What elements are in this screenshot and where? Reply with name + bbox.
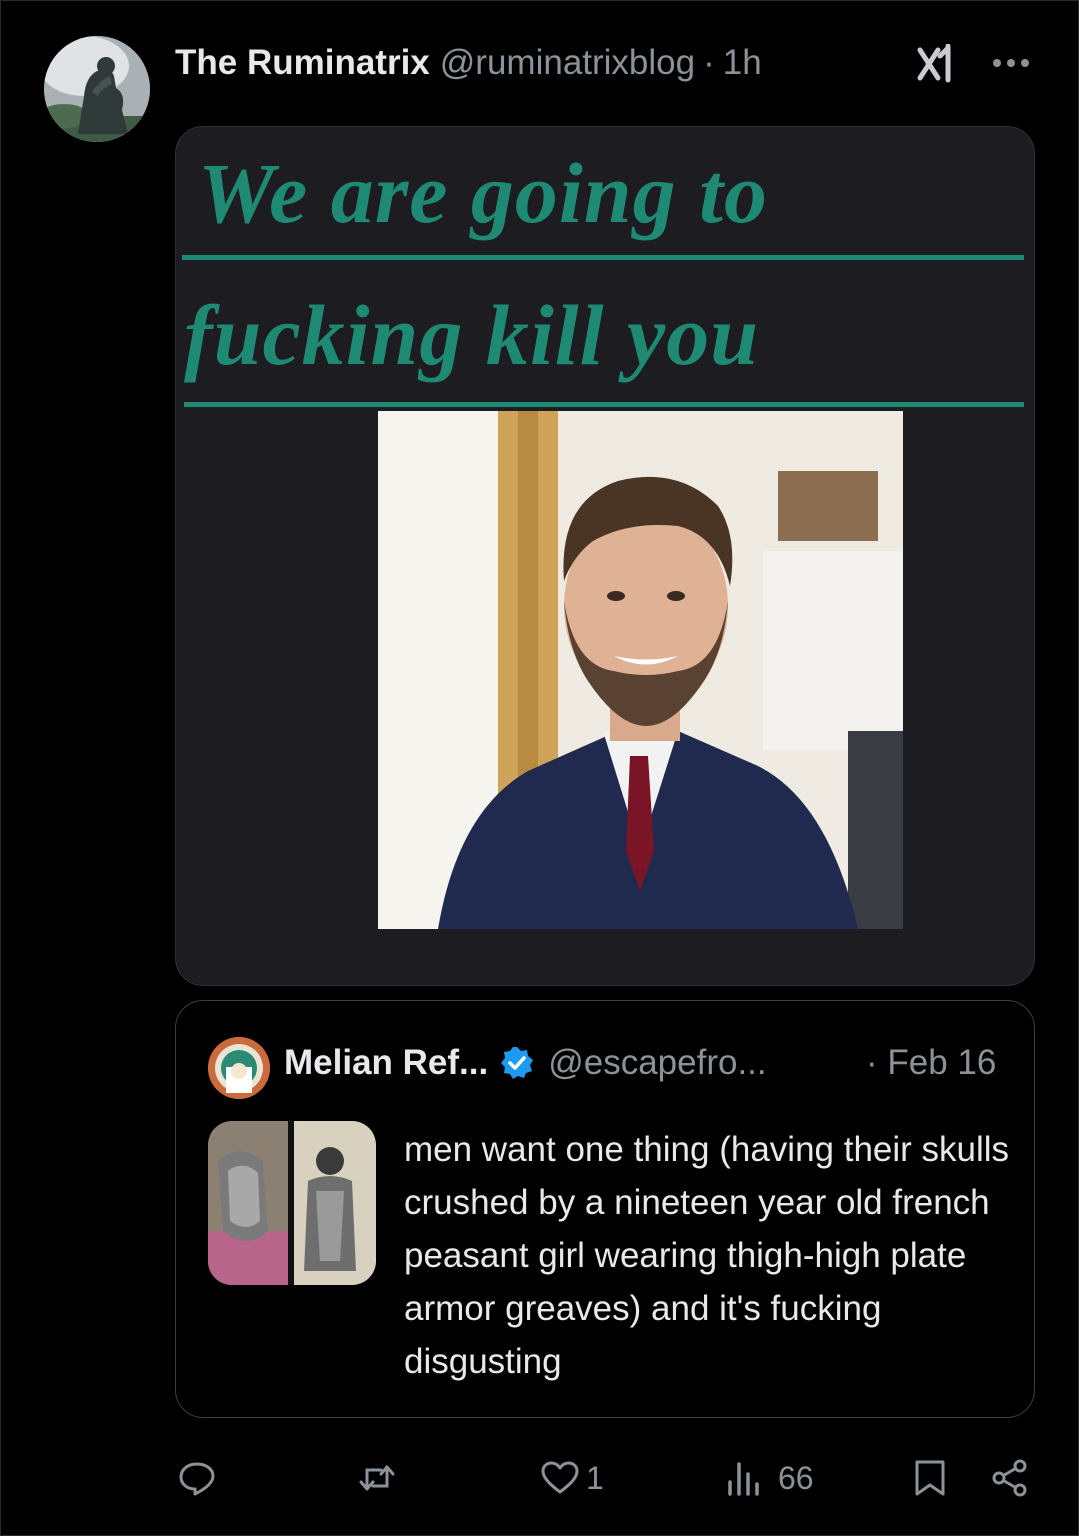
views-button[interactable]: 66: [724, 1458, 814, 1498]
repost-icon: [359, 1465, 395, 1491]
quoted-author-line: Melian Ref... @escapefro...: [284, 1041, 767, 1085]
bookmark-button[interactable]: [910, 1458, 950, 1498]
quoted-date[interactable]: · Feb 16: [866, 1041, 996, 1085]
like-button[interactable]: 1: [540, 1458, 604, 1498]
views-count: 66: [778, 1459, 814, 1496]
reply-icon: [179, 1462, 215, 1496]
bookmark-icon: [915, 1460, 945, 1496]
quoted-author-handle[interactable]: @escapefro...: [548, 1043, 766, 1083]
quoted-tweet-text: men want one thing (having their skulls …: [404, 1130, 1010, 1381]
separator-dot: ·: [703, 43, 715, 82]
meme-text-line-2: fucking kill you: [184, 287, 760, 383]
share-icon: [992, 1459, 1027, 1497]
author-line: The Ruminatrix @ruminatrixblog · 1h: [175, 40, 762, 86]
author-handle[interactable]: @ruminatrixblog: [440, 43, 695, 83]
repost-button[interactable]: [357, 1458, 397, 1498]
grok-icon[interactable]: [916, 44, 962, 84]
quoted-author-name[interactable]: Melian Ref...: [284, 1043, 488, 1083]
thinker-statue-image: [44, 36, 150, 142]
quoted-media-thumbnail[interactable]: [208, 1121, 376, 1285]
more-icon[interactable]: [990, 48, 1032, 78]
quoted-tweet[interactable]: Melian Ref... @escapefro... · Feb 16 men…: [175, 1000, 1035, 1418]
tweet-timestamp[interactable]: 1h: [723, 43, 762, 83]
meme-underline-1: [182, 255, 1024, 260]
meme-underline-2: [184, 402, 1024, 407]
like-icon: [541, 1461, 579, 1494]
portrait-photo: [378, 411, 903, 929]
author-display-name[interactable]: The Ruminatrix: [175, 43, 430, 83]
author-avatar[interactable]: [44, 36, 150, 142]
like-count: 1: [586, 1459, 604, 1496]
meme-text-line-1: We are going to: [198, 145, 769, 241]
quoted-author-avatar[interactable]: [208, 1037, 270, 1099]
views-icon: [728, 1462, 759, 1496]
tweet-media[interactable]: We are going to fucking kill you: [175, 126, 1035, 986]
verified-badge-icon[interactable]: [500, 1046, 534, 1080]
share-button[interactable]: [990, 1458, 1030, 1498]
reply-button[interactable]: [177, 1458, 217, 1498]
